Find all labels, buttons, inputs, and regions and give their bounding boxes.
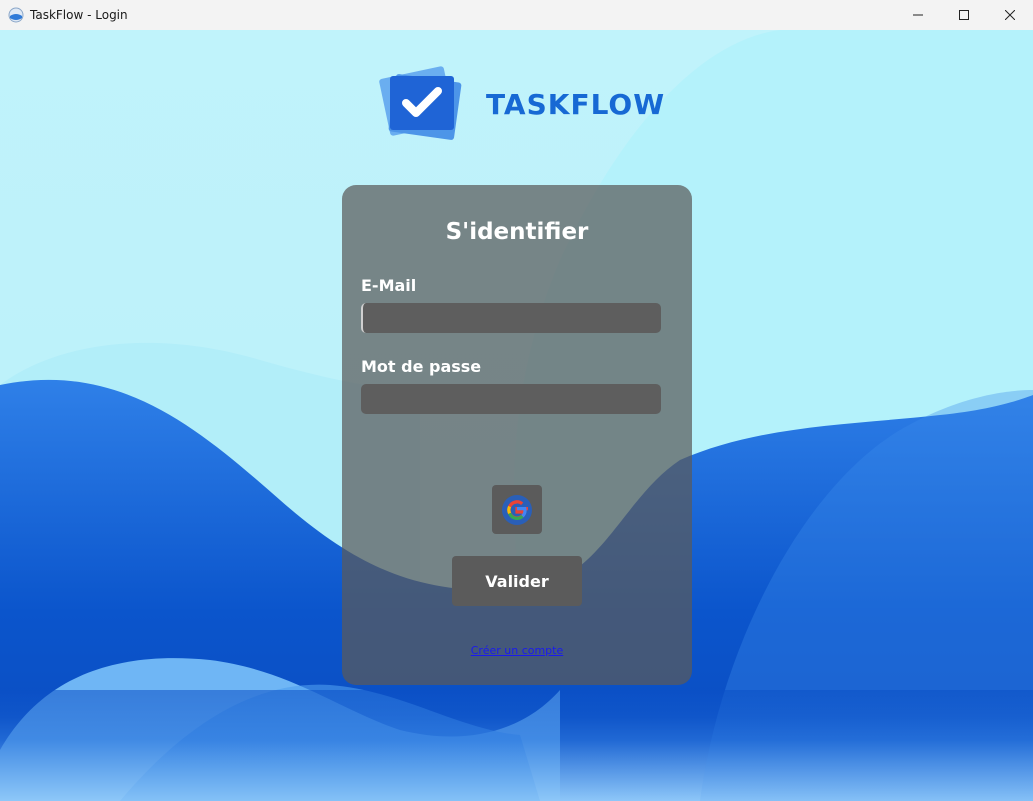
app-icon: [8, 7, 24, 23]
app-logo: TASKFLOW: [378, 66, 665, 142]
close-button[interactable]: [987, 0, 1033, 30]
window-title: TaskFlow - Login: [30, 8, 128, 22]
close-icon: [1005, 10, 1015, 20]
minimize-icon: [913, 14, 923, 16]
maximize-button[interactable]: [941, 0, 987, 30]
submit-button[interactable]: Valider: [452, 556, 582, 606]
login-card: S'identifier E-Mail Mot de passe Valider…: [342, 185, 692, 685]
window-controls: [895, 0, 1033, 30]
create-account-link[interactable]: Créer un compte: [342, 644, 692, 657]
google-icon: [502, 494, 532, 525]
google-signin-button[interactable]: [492, 485, 542, 534]
password-label: Mot de passe: [361, 357, 482, 376]
checkbox-logo-icon: [379, 66, 462, 140]
window-content: TASKFLOW S'identifier E-Mail Mot de pass…: [0, 30, 1033, 801]
form-title: S'identifier: [445, 219, 589, 245]
window-titlebar: TaskFlow - Login: [0, 0, 1033, 30]
logo-text: TASKFLOW: [486, 87, 666, 121]
minimize-button[interactable]: [895, 0, 941, 30]
email-label: E-Mail: [361, 276, 417, 295]
password-field[interactable]: [361, 384, 661, 414]
email-field[interactable]: [361, 303, 661, 333]
maximize-icon: [959, 10, 969, 20]
